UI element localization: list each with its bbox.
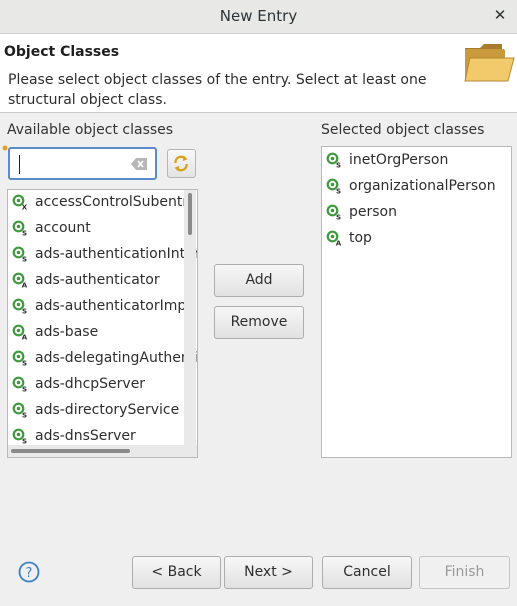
list-item-label: ads-authenticator (35, 272, 160, 288)
clear-icon[interactable] (131, 158, 147, 170)
list-item[interactable]: Saccount (8, 215, 91, 241)
refresh-button[interactable] (167, 149, 196, 178)
close-icon[interactable]: ✕ (491, 6, 509, 24)
list-item[interactable]: Sads-delegatingAuthenticator (8, 345, 197, 371)
page-description: Please select object classes of the entr… (8, 72, 427, 108)
svg-text:S: S (22, 412, 27, 419)
list-item[interactable]: Sads-authenticationInterceptor (8, 241, 197, 267)
object-class-icon: S (326, 178, 342, 196)
list-item-label: ads-dnsServer (35, 428, 136, 444)
finish-button[interactable]: Finish (419, 556, 510, 589)
svg-text:S: S (22, 256, 27, 263)
object-class-icon: S (12, 428, 28, 446)
list-item-label: organizationalPerson (349, 178, 496, 194)
list-item[interactable]: Atop (322, 225, 372, 251)
filter-field[interactable] (8, 147, 157, 180)
svg-text:S: S (22, 360, 27, 367)
object-class-icon: S (326, 152, 342, 170)
list-item-label: ads-delegatingAuthenticator (35, 350, 197, 366)
help-icon[interactable]: ? (18, 561, 40, 583)
list-item-label: top (349, 230, 372, 246)
object-class-icon: S (12, 220, 28, 238)
list-item-label: ads-dhcpServer (35, 376, 146, 392)
list-item[interactable]: Sperson (322, 199, 397, 225)
available-list[interactable]: XaccessControlSubentry Saccount Sads-authe… (7, 189, 198, 458)
object-class-icon: S (12, 246, 28, 264)
selected-list[interactable]: SinetOrgPerson SorganizationalPerson Spers… (321, 146, 512, 458)
list-item-label: ads-authenticationInterceptor (35, 246, 197, 262)
list-item[interactable]: SinetOrgPerson (322, 147, 448, 173)
refresh-icon (174, 155, 188, 172)
svg-text:A: A (22, 282, 28, 289)
page-title: Object Classes (4, 44, 120, 60)
cancel-button[interactable]: Cancel (322, 556, 412, 589)
title-bar: New Entry ✕ (0, 0, 517, 34)
add-button[interactable]: Add (214, 264, 304, 297)
object-class-icon: S (12, 350, 28, 368)
object-class-icon: A (12, 272, 28, 290)
object-class-icon: S (326, 204, 342, 222)
selected-label: Selected object classes (321, 122, 485, 138)
list-item-label: ads-base (35, 324, 99, 340)
list-item-label: inetOrgPerson (349, 152, 449, 168)
list-item[interactable]: Sads-authenticatorImpl (8, 293, 190, 319)
next-button[interactable]: Next > (224, 556, 313, 589)
svg-text:S: S (22, 230, 27, 237)
horizontal-scroll-thumb[interactable] (11, 449, 130, 453)
list-item-label: ads-authenticatorImpl (35, 298, 191, 314)
svg-text:S: S (336, 214, 341, 221)
svg-text:A: A (22, 334, 28, 341)
svg-text:A: A (336, 240, 342, 247)
list-item-label: accessControlSubentry (35, 194, 197, 210)
remove-button[interactable]: Remove (214, 306, 304, 339)
back-button[interactable]: < Back (132, 556, 221, 589)
object-class-icon: A (326, 230, 342, 248)
svg-text:S: S (336, 188, 341, 195)
list-item[interactable]: Sads-directoryService (8, 397, 179, 423)
folder-icon (464, 44, 515, 82)
list-item[interactable]: Aads-authenticator (8, 267, 160, 293)
object-class-icon: S (12, 402, 28, 420)
list-item[interactable]: SorganizationalPerson (322, 173, 496, 199)
list-item-label: person (349, 204, 397, 220)
window-title: New Entry (219, 7, 298, 25)
filter-input[interactable] (18, 154, 122, 176)
svg-text:?: ? (26, 566, 33, 581)
available-label: Available object classes (7, 122, 174, 138)
object-class-icon: S (12, 376, 28, 394)
list-item-label: ads-directoryService (35, 402, 180, 418)
list-item[interactable]: XaccessControlSubentry (8, 190, 197, 215)
list-item-label: account (35, 220, 91, 236)
svg-text:S: S (22, 308, 27, 315)
object-class-icon: S (12, 298, 28, 316)
svg-text:S: S (22, 386, 27, 393)
svg-text:S: S (336, 162, 341, 169)
svg-text:S: S (22, 438, 27, 445)
object-class-icon: A (12, 324, 28, 342)
list-item[interactable]: Sads-dhcpServer (8, 371, 145, 397)
wizard-header: Object Classes Please select object clas… (0, 34, 517, 113)
text-caret (19, 155, 20, 174)
svg-text:X: X (22, 204, 28, 211)
list-item[interactable]: Aads-base (8, 319, 98, 345)
vertical-scroll-thumb[interactable] (188, 193, 192, 235)
object-class-icon: X (12, 194, 28, 212)
